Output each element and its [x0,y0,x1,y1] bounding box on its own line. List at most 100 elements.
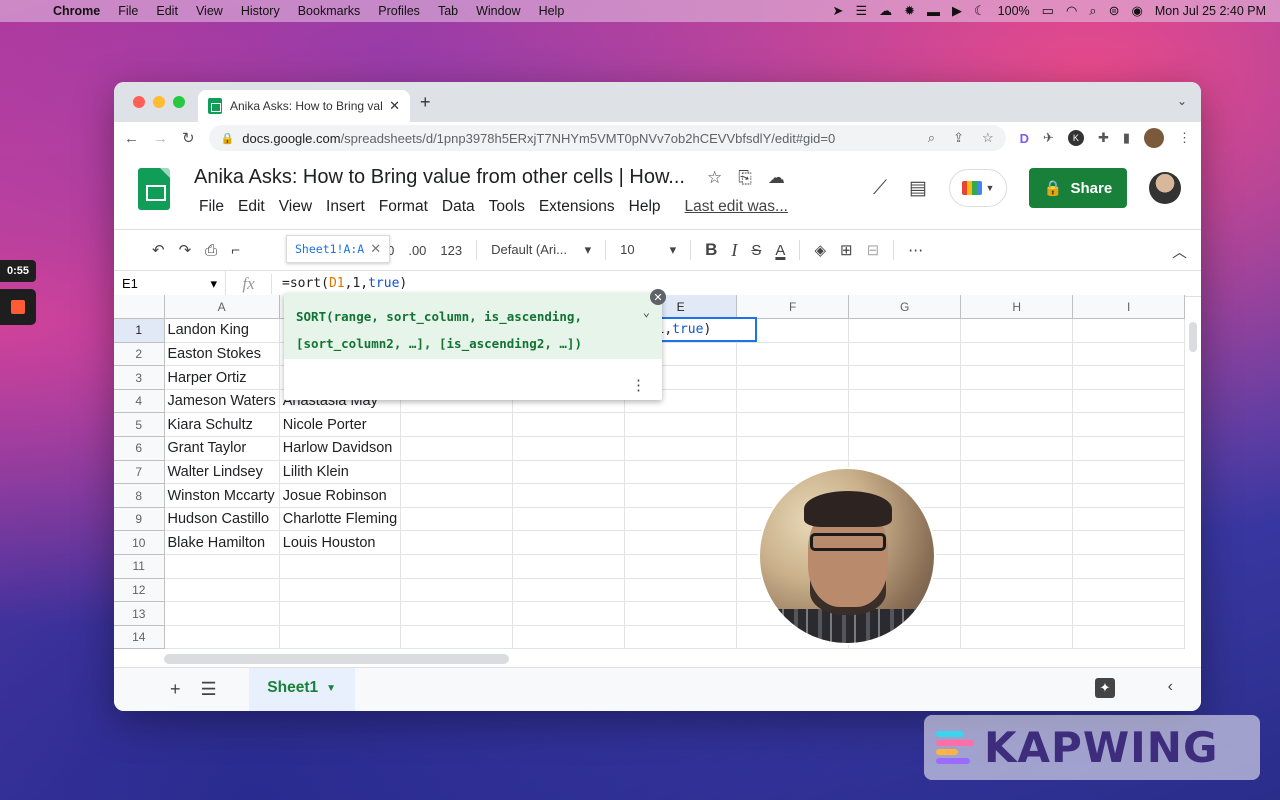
menu-bookmarks[interactable]: Bookmarks [289,4,370,18]
minimize-window-button[interactable] [153,96,165,108]
cell[interactable] [960,530,1074,556]
cell[interactable] [624,507,738,532]
cell[interactable] [1072,601,1186,626]
display-icon[interactable]: ▬ [927,4,940,19]
font-size-select[interactable]: 10 ▾ [620,242,676,258]
cell[interactable] [400,625,514,650]
menu-tab[interactable]: Tab [429,4,467,18]
cell[interactable] [164,554,280,579]
tab-search-chevron-icon[interactable]: ⌄ [1177,94,1187,108]
cell[interactable] [279,554,402,579]
cell[interactable] [1072,460,1186,485]
row-header[interactable]: 10 [114,530,165,556]
cell[interactable] [1072,318,1186,343]
cell[interactable] [624,436,738,461]
browser-tab[interactable]: Anika Asks: How to Bring value ✕ [198,90,410,122]
number-format-button[interactable]: 123 [440,243,462,258]
zoom-window-button[interactable] [173,96,185,108]
row-header[interactable]: 4 [114,389,165,414]
battery-icon[interactable]: ▭ [1042,3,1054,19]
siri-icon[interactable]: ◉ [1131,3,1142,19]
cell[interactable] [1072,342,1186,367]
menu-view[interactable]: View [187,4,232,18]
cell[interactable] [1072,530,1186,556]
last-edit-link[interactable]: Last edit was... [678,198,795,216]
cell[interactable]: Walter Lindsey [164,460,280,485]
cell[interactable] [1072,483,1186,508]
gear-icon[interactable]: ✹ [904,3,915,19]
cell[interactable] [164,578,280,603]
cell[interactable] [279,625,402,650]
cell[interactable]: Kiara Schultz [164,412,280,438]
cell[interactable] [960,578,1074,603]
cell[interactable] [960,436,1074,461]
cell[interactable] [400,530,514,556]
cell[interactable] [512,507,626,532]
cell[interactable] [400,554,514,579]
cell[interactable] [164,625,280,650]
cell[interactable] [624,460,738,485]
moon-icon[interactable]: ☾ [974,3,986,19]
kebab-menu-icon[interactable]: ⋮ [1178,130,1191,146]
cell[interactable] [279,578,402,603]
stop-recording-button[interactable] [0,289,36,325]
row-header[interactable]: 3 [114,365,165,390]
cell[interactable] [848,436,962,461]
add-sheet-icon[interactable]: + [170,679,181,700]
extension-d-icon[interactable]: D [1020,131,1029,146]
paint-format-icon[interactable]: ⌐ [231,242,240,259]
cell[interactable] [400,460,514,485]
cell[interactable]: Winston Mccarty [164,483,280,508]
cell[interactable] [848,365,962,390]
cell[interactable] [1072,412,1186,438]
cell[interactable] [624,530,738,556]
cell[interactable]: Blake Hamilton [164,530,280,556]
star-icon[interactable]: ☆ [707,168,722,188]
menu-history[interactable]: History [232,4,289,18]
sheets-logo-icon[interactable] [138,168,170,210]
cell[interactable] [1072,625,1186,650]
cell[interactable] [164,601,280,626]
cell[interactable] [400,483,514,508]
new-tab-icon[interactable]: + [420,92,431,113]
cell[interactable] [1072,578,1186,603]
cell[interactable]: Josue Robinson [279,483,402,508]
collapse-toolbar-icon[interactable]: ︿ [1172,241,1187,262]
cell[interactable] [512,601,626,626]
italic-button[interactable]: I [731,240,737,261]
cell[interactable] [960,365,1074,390]
row-header[interactable]: 8 [114,483,165,508]
wifi-icon[interactable]: ◠ [1066,3,1077,19]
cell[interactable] [400,412,514,438]
cell[interactable] [1072,436,1186,461]
address-bar[interactable]: 🔒 docs.google.com/spreadsheets/d/1pnp397… [208,125,1006,151]
control-center-icon[interactable]: ⊜ [1109,3,1120,19]
row-header[interactable]: 12 [114,578,165,603]
menu-profiles[interactable]: Profiles [369,4,429,18]
meet-button[interactable]: ▼ [949,169,1007,207]
cell[interactable] [400,507,514,532]
menu-help[interactable]: Help [622,198,668,216]
menu-file[interactable]: File [192,198,231,216]
column-header-f[interactable]: F [736,295,850,320]
comments-icon[interactable]: ▤ [909,177,927,200]
menu-data[interactable]: Data [435,198,482,216]
horizontal-scrollbar[interactable] [164,654,509,664]
close-icon[interactable]: ✕ [370,241,381,257]
cell[interactable] [512,436,626,461]
redo-icon[interactable]: ↷ [179,241,192,259]
bookmark-star-icon[interactable]: ☆ [982,130,994,146]
cell[interactable] [736,389,850,414]
cell[interactable] [960,554,1074,579]
menu-extensions[interactable]: Extensions [532,198,622,216]
row-header[interactable]: 1 [114,318,165,343]
forward-icon[interactable]: → [153,130,168,147]
cell[interactable] [400,601,514,626]
cell[interactable] [848,389,962,414]
cell[interactable] [1072,554,1186,579]
cell[interactable] [512,412,626,438]
cell[interactable] [960,625,1074,650]
cell[interactable] [736,365,850,390]
cell[interactable]: Jameson Waters [164,389,280,414]
cell[interactable] [1072,507,1186,532]
